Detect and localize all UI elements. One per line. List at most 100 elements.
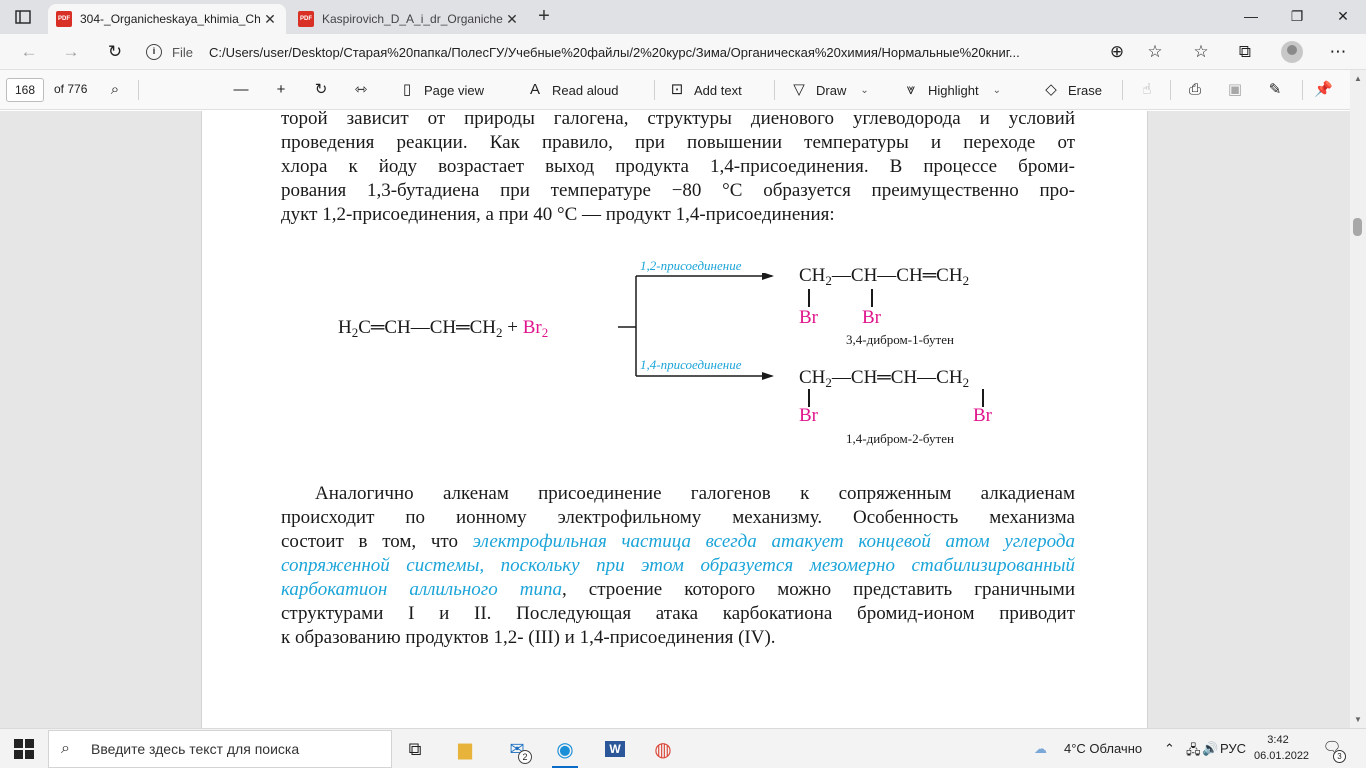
back-icon[interactable]: ← — [16, 40, 42, 64]
path-label-1-4: 1,4-присоединение — [640, 357, 742, 372]
draw-button[interactable]: ▽ Draw ⌄ — [790, 79, 869, 101]
url-field[interactable]: i File C:/Users/user/Desktop/Старая%20па… — [146, 38, 1146, 66]
chevron-up-icon[interactable]: ⌃ — [1164, 741, 1175, 757]
chrome-icon[interactable]: ◍ — [644, 734, 682, 764]
text-line: состоит в том, что электрофильная частиц… — [281, 530, 1075, 554]
edge-browser-icon[interactable]: ◉ — [546, 734, 584, 768]
page-view-button[interactable]: ▯ Page view — [398, 79, 484, 101]
text-line: дукт 1,2-присоединения, а при 40 °С — пр… — [281, 204, 835, 225]
print-icon[interactable]: ⎙ — [1186, 79, 1212, 101]
touch-icon[interactable]: ☝ — [1138, 79, 1164, 101]
minimize-icon[interactable]: — — [1238, 5, 1264, 27]
save-icon[interactable]: ▣ — [1226, 79, 1252, 101]
tab-active[interactable]: PDF 304-_Organicheskaya_khimia_Ch ✕ — [48, 4, 286, 34]
tab-inactive[interactable]: PDF Kaspirovich_D_A_i_dr_Organiche ✕ — [290, 4, 528, 34]
windows-start-icon[interactable] — [14, 739, 34, 759]
read-aloud-label: Read aloud — [552, 82, 619, 98]
mail-badge: 2 — [518, 750, 532, 764]
task-view-icon[interactable]: ⧉ — [396, 734, 434, 764]
pin-toolbar-icon[interactable]: 📌 — [1314, 79, 1340, 101]
add-text-button[interactable]: ⊡ Add text — [668, 79, 742, 101]
scroll-down-icon[interactable]: ▼ — [1354, 715, 1362, 724]
volume-icon[interactable]: 🔊 — [1202, 741, 1218, 757]
scroll-up-icon[interactable]: ▲ — [1354, 74, 1362, 83]
close-icon[interactable]: ✕ — [504, 11, 520, 27]
fit-width-icon[interactable]: ⇿ — [352, 79, 378, 101]
highlight-button[interactable]: ⩔ Highlight ⌄ — [902, 79, 1001, 101]
favorite-add-icon[interactable]: ☆ — [1142, 40, 1168, 64]
close-icon[interactable]: ✕ — [262, 11, 278, 27]
file-explorer-icon[interactable]: ▆ — [446, 734, 484, 764]
text-line: Аналогично алкенам присоединение галоген… — [315, 483, 1075, 504]
bond-line — [871, 289, 873, 307]
read-aloud-button[interactable]: A Read aloud — [526, 79, 619, 101]
pdf-toolbar: 168 of 776 ⌕ — + ↻ ⇿ ▯ Page view A Read … — [0, 70, 1366, 110]
text-box-icon: ⊡ — [670, 81, 684, 98]
product-1-name: 3,4-дибром-1-бутен — [846, 332, 954, 347]
search-icon[interactable]: ⌕ — [106, 79, 132, 101]
chevron-down-icon[interactable]: ⌄ — [860, 85, 868, 96]
network-icon[interactable]: 🖧 — [1186, 741, 1201, 763]
favorites-icon[interactable]: ☆ — [1188, 40, 1214, 64]
weather-icon[interactable]: ☁ — [1034, 741, 1047, 757]
search-placeholder: Введите здесь текст для поиска — [91, 741, 300, 757]
scroll-thumb[interactable] — [1353, 218, 1362, 236]
chevron-down-icon[interactable]: ⌄ — [993, 85, 1001, 96]
collections-icon[interactable]: ⧉ — [1232, 40, 1258, 64]
close-window-icon[interactable]: ✕ — [1330, 5, 1356, 27]
highlighter-icon: ⩔ — [906, 81, 916, 98]
document-viewport[interactable]: торой зависит от природы галогена, струк… — [0, 111, 1350, 728]
text-line: карбокатион аллильного типа, строение ко… — [281, 578, 1075, 602]
text-line: проведения реакции. Как правило, при пов… — [281, 132, 1075, 153]
time: 3:42 — [1267, 734, 1289, 746]
text-line: к образованию продуктов 1,2- (III) и 1,4… — [281, 627, 776, 648]
zoom-in-icon[interactable]: + — [272, 79, 298, 101]
save-as-icon[interactable]: ✎ — [1266, 79, 1292, 101]
pdf-page: торой зависит от природы галогена, струк… — [201, 111, 1148, 728]
weather-text[interactable]: 4°C Облачно — [1064, 741, 1142, 756]
divider — [1302, 80, 1303, 100]
product-1-formula: CH2—CH—CH═CH2 — [799, 265, 970, 288]
taskbar-search[interactable]: ⌕ Введите здесь текст для поиска — [48, 730, 392, 768]
eraser-icon: ◇ — [1045, 81, 1057, 98]
page-view-label: Page view — [424, 82, 484, 98]
mail-icon[interactable]: ✉ 2 — [498, 734, 536, 764]
highlighted-text: электрофильная частица всегда атакует ко… — [472, 531, 1075, 552]
language-indicator[interactable]: РУС — [1220, 741, 1246, 756]
highlighted-text: сопряженной системы, поскольку при этом … — [281, 555, 1075, 576]
url-text[interactable]: C:/Users/user/Desktop/Старая%20папка/Пол… — [209, 45, 1020, 60]
new-tab-button[interactable]: + — [534, 6, 554, 27]
clock[interactable]: 3:42 06.01.2022 — [1254, 732, 1309, 764]
vertical-scrollbar[interactable]: ▲ ▼ — [1350, 70, 1366, 728]
tab-bar: PDF 304-_Organicheskaya_khimia_Ch ✕ PDF … — [0, 0, 1366, 34]
draw-label: Draw — [816, 82, 847, 98]
more-icon[interactable]: ⋯ — [1325, 40, 1351, 64]
tab-title: 304-_Organicheskaya_khimia_Ch — [80, 12, 261, 26]
highlight-label: Highlight — [928, 82, 979, 98]
search-icon: ⌕ — [61, 740, 70, 757]
divider — [774, 80, 775, 100]
rotate-icon[interactable]: ↻ — [312, 79, 338, 101]
tab-actions-icon[interactable] — [10, 6, 36, 28]
refresh-icon[interactable]: ↻ — [102, 40, 128, 64]
notification-badge: 3 — [1333, 750, 1346, 763]
address-bar: ← → ↻ i File C:/Users/user/Desktop/Стара… — [0, 34, 1366, 70]
text-line: происходит по ионному электрофильному ме… — [281, 507, 1075, 528]
erase-button[interactable]: ◇ Erase — [1042, 79, 1102, 101]
restore-icon[interactable]: ❐ — [1284, 5, 1310, 27]
word-icon[interactable]: W — [596, 734, 634, 764]
bond-line — [808, 289, 810, 307]
page-number-input[interactable]: 168 — [6, 78, 44, 102]
zoom-out-icon[interactable]: — — [232, 79, 258, 101]
bromine-substituent: Br — [799, 307, 818, 328]
bromine-substituent: Br — [973, 405, 992, 426]
tab-title: Kaspirovich_D_A_i_dr_Organiche — [322, 12, 503, 26]
divider — [138, 80, 139, 100]
notifications-icon[interactable]: 🗨 3 — [1322, 739, 1346, 763]
text-line: торой зависит от природы галогена, струк… — [281, 111, 1075, 129]
divider — [654, 80, 655, 100]
avatar[interactable] — [1281, 41, 1303, 63]
forward-icon[interactable]: → — [58, 40, 84, 64]
add-text-label: Add text — [694, 82, 742, 98]
zoom-icon[interactable]: ⊕ — [1104, 40, 1130, 64]
